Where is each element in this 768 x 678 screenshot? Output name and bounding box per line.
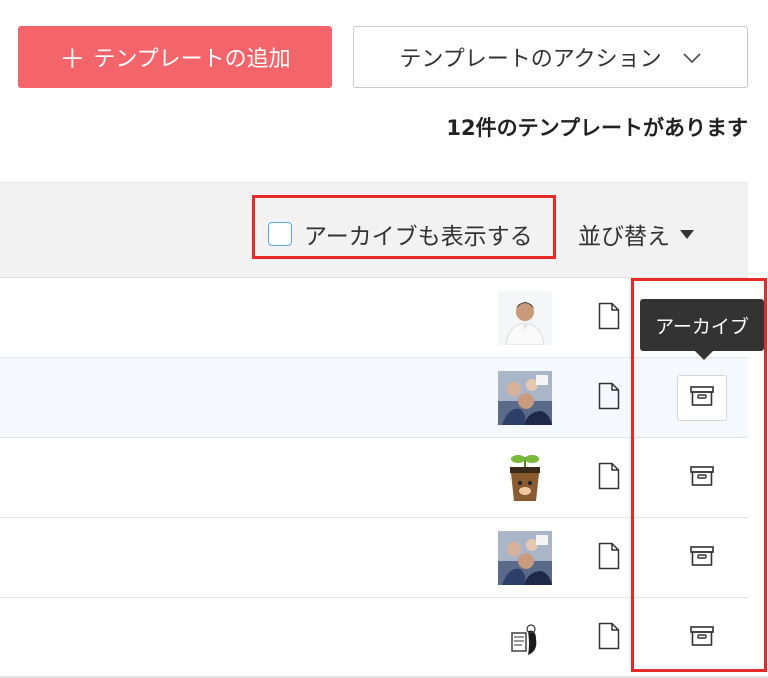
sprout-pot-avatar (498, 451, 552, 505)
template-row[interactable] (0, 278, 748, 358)
document-icon[interactable] (598, 622, 620, 654)
add-template-label: テンプレートの追加 (93, 47, 291, 72)
template-row[interactable] (0, 358, 748, 438)
archive-button[interactable] (677, 615, 727, 661)
archive-box-icon (690, 626, 714, 650)
archive-tooltip: アーカイブ (640, 299, 764, 360)
template-row[interactable] (0, 598, 748, 678)
show-archived-label: アーカイブも表示する (304, 224, 533, 250)
tooltip-label: アーカイブ (655, 315, 749, 338)
plus-icon: ＋ (59, 44, 86, 75)
template-actions-dropdown[interactable]: テンプレートのアクション (353, 26, 748, 88)
template-row[interactable] (0, 518, 748, 598)
group-photo-avatar (498, 371, 552, 425)
archive-box-icon (690, 386, 714, 410)
sketch-avatar (498, 611, 552, 665)
archive-button[interactable] (677, 535, 727, 581)
sort-label: 並び替え (578, 224, 670, 250)
document-icon[interactable] (598, 462, 620, 494)
tooltip-arrow (694, 350, 714, 360)
template-actions-label: テンプレートのアクション (399, 47, 662, 72)
template-count: 12件のテンプレートがあります (446, 116, 748, 140)
group-photo-avatar (498, 531, 552, 585)
add-template-button[interactable]: ＋ テンプレートの追加 (18, 26, 332, 88)
archive-button[interactable] (677, 455, 727, 501)
list-toolbar: アーカイブも表示する 並び替え (0, 182, 748, 278)
document-icon[interactable] (598, 302, 620, 334)
archive-box-icon (690, 466, 714, 490)
template-row[interactable] (0, 438, 748, 518)
chevron-down-icon (682, 45, 702, 70)
document-icon[interactable] (598, 542, 620, 574)
archive-button[interactable] (677, 375, 727, 421)
caret-down-icon (680, 229, 694, 239)
person-photo-avatar (498, 291, 552, 345)
show-archived-toggle[interactable]: アーカイブも表示する (268, 217, 533, 251)
show-archived-checkbox[interactable] (268, 222, 292, 246)
sort-dropdown[interactable]: 並び替え (578, 217, 694, 251)
document-icon[interactable] (598, 382, 620, 414)
archive-box-icon (690, 546, 714, 570)
